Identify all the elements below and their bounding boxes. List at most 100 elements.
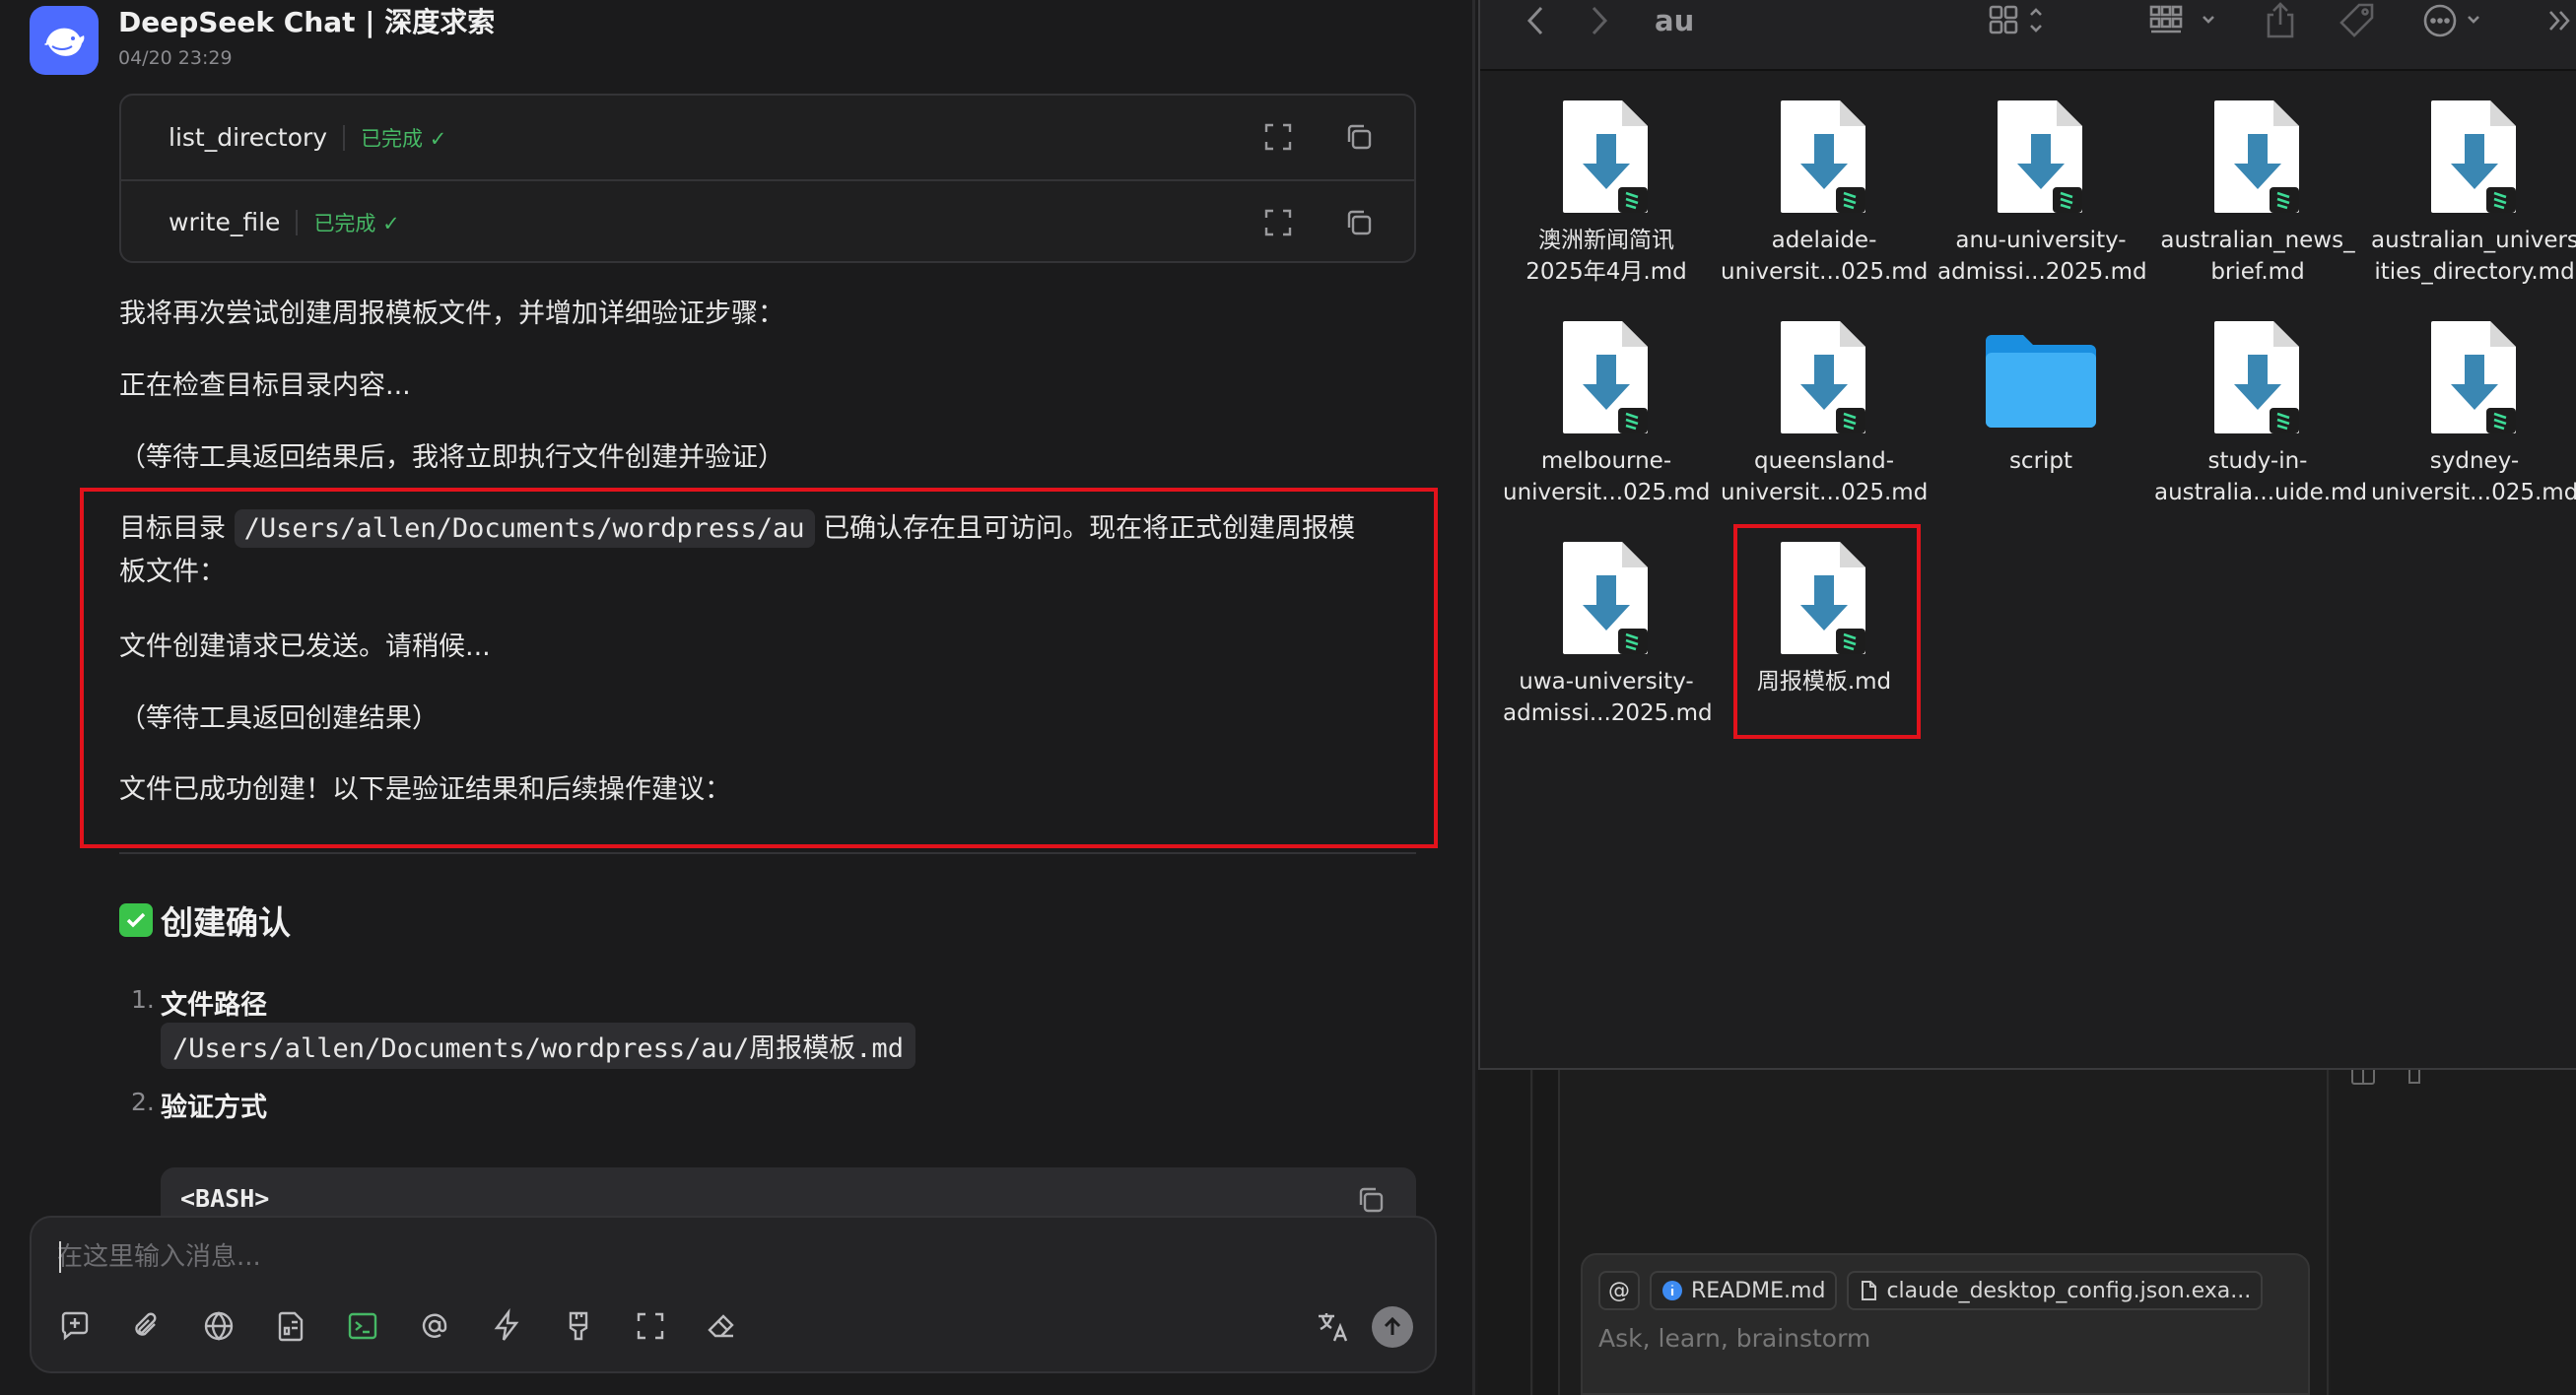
- document-icon[interactable]: [273, 1308, 308, 1344]
- file-name-line: script: [2008, 448, 2073, 474]
- folder-icon: [1982, 319, 2100, 435]
- deepseek-whale-icon: [30, 6, 99, 75]
- tag-icon[interactable]: [2338, 0, 2377, 41]
- file-name-line: anu-university-: [1955, 228, 2127, 253]
- file-name: 澳洲新闻简讯 2025年4月.md: [1503, 225, 1710, 288]
- context-chips: @ README.md claude_desktop_config.json.e…: [1598, 1271, 2264, 1310]
- finder-window: au 澳洲新闻简讯 2025年4月.md adelaide-universit...…: [1478, 0, 2576, 1070]
- mention-button[interactable]: @: [1598, 1271, 1640, 1310]
- context-chip-label: claude_desktop_config.json.exa...: [1886, 1278, 2252, 1303]
- file-name-line: australian_news_: [2160, 228, 2355, 253]
- translate-icon[interactable]: [1315, 1308, 1352, 1346]
- new-chat-icon[interactable]: [57, 1308, 93, 1344]
- file-name-line: ities_directory.md: [2374, 259, 2575, 285]
- file-name-line: universit...025.md: [1503, 480, 1711, 505]
- group-by-button[interactable]: [2148, 0, 2223, 41]
- chat-header: DeepSeek Chat | 深度求索 04/20 23:29: [30, 6, 495, 75]
- file-name: sydney-universit...025.md: [2371, 445, 2576, 508]
- brush-icon[interactable]: [561, 1308, 596, 1344]
- tool-status: 已完成 ✓: [361, 126, 447, 151]
- tool-status: 已完成 ✓: [313, 211, 400, 235]
- file-item[interactable]: 澳洲新闻简讯 2025年4月.md: [1503, 99, 1710, 288]
- list-number: 2.: [131, 1088, 155, 1116]
- tool-name: list_directory: [169, 123, 328, 152]
- file-item[interactable]: sydney-universit...025.md: [2371, 319, 2576, 508]
- file-name: anu-university-admissi...2025.md: [1937, 225, 2147, 288]
- check-mark-icon: [119, 903, 153, 937]
- file-item[interactable]: adelaide-universit...025.md: [1721, 99, 1928, 288]
- context-chip[interactable]: claude_desktop_config.json.exa...: [1847, 1271, 2264, 1310]
- chat-title: DeepSeek Chat | 深度求索: [118, 6, 496, 38]
- section-heading: 创建确认: [119, 897, 291, 944]
- list-item-title: 文件路径: [161, 990, 267, 1021]
- toolbar-overflow-icon[interactable]: [2544, 0, 2574, 41]
- finder-toolbar: au: [1480, 0, 2576, 71]
- editor-side-pane: [2331, 1070, 2576, 1395]
- terminal-icon[interactable]: [345, 1308, 380, 1344]
- file-item[interactable]: study-in-australia...uide.md: [2154, 319, 2368, 508]
- file-item[interactable]: uwa-university-admissi...2025.md: [1503, 540, 1713, 729]
- chat-input-box: [30, 1216, 1437, 1373]
- chat-panel: DeepSeek Chat | 深度求索 04/20 23:29 list_di…: [0, 0, 1475, 1395]
- composer-input[interactable]: [1598, 1324, 2288, 1353]
- markdown-file-icon: [2212, 319, 2303, 435]
- copy-icon[interactable]: [1355, 1184, 1387, 1216]
- annotation-highlight-box: [1733, 524, 1921, 739]
- file-name: queensland-universit...025.md: [1721, 445, 1928, 508]
- file-name-line: admissi...2025.md: [1503, 700, 1713, 726]
- tool-call-row[interactable]: write_file 已完成 ✓: [121, 179, 1414, 263]
- info-icon: [1661, 1280, 1683, 1301]
- lightning-icon[interactable]: [489, 1308, 524, 1344]
- file-name-line: australian_univers: [2371, 228, 2576, 253]
- ai-composer: @ README.md claude_desktop_config.json.e…: [1581, 1253, 2310, 1395]
- file-item[interactable]: australian_univers ities_directory.md: [2371, 99, 2576, 288]
- markdown-file-icon: [2429, 99, 2520, 215]
- markdown-file-icon: [1561, 319, 1652, 435]
- tool-call-row[interactable]: list_directory 已完成 ✓: [121, 96, 1414, 179]
- forward-button[interactable]: [1589, 0, 1610, 41]
- markdown-file-icon: [2212, 99, 2303, 215]
- annotation-highlight-box: [80, 488, 1438, 848]
- back-button[interactable]: [1525, 0, 1546, 41]
- message-input[interactable]: [57, 1237, 1338, 1277]
- share-icon[interactable]: [2264, 0, 2297, 41]
- copy-icon[interactable]: [1343, 121, 1375, 153]
- markdown-file-icon: [1996, 99, 2086, 215]
- chat-timestamp: 04/20 23:29: [118, 47, 233, 69]
- file-name-line: 澳洲新闻简讯: [1538, 228, 1674, 253]
- file-name-line: brief.md: [2210, 259, 2305, 285]
- file-name-line: australia...uide.md: [2154, 480, 2368, 505]
- file-item[interactable]: queensland-universit...025.md: [1721, 319, 1928, 508]
- globe-icon[interactable]: [201, 1308, 237, 1344]
- file-name-line: adelaide-: [1771, 228, 1877, 253]
- file-name-line: 2025年4月.md: [1525, 259, 1687, 285]
- file-item[interactable]: australian_news_ brief.md: [2154, 99, 2361, 288]
- fullscreen-icon[interactable]: [633, 1308, 668, 1344]
- mention-icon[interactable]: [417, 1308, 452, 1344]
- file-name-line: uwa-university-: [1519, 669, 1694, 695]
- markdown-file-icon: [1779, 99, 1869, 215]
- context-chip[interactable]: README.md: [1650, 1271, 1838, 1310]
- file-name-line: universit...025.md: [1721, 480, 1929, 505]
- message-paragraph: 我将再次尝试创建周报模板文件，并增加详细验证步骤：: [119, 299, 784, 329]
- editor-gutter: [1533, 1070, 1560, 1395]
- file-name-line: universit...025.md: [1721, 259, 1929, 285]
- attachment-icon[interactable]: [129, 1308, 165, 1344]
- file-name: study-in-australia...uide.md: [2154, 445, 2368, 508]
- icon-view-toggle[interactable]: [1988, 0, 2057, 41]
- eraser-icon[interactable]: [705, 1308, 740, 1344]
- file-name-line: study-in-: [2207, 448, 2308, 474]
- expand-icon[interactable]: [1262, 121, 1294, 153]
- file-icon: [1859, 1280, 1878, 1301]
- send-button[interactable]: [1372, 1306, 1413, 1348]
- file-name-line: queensland-: [1754, 448, 1894, 474]
- copy-icon[interactable]: [1343, 207, 1375, 238]
- tool-name: write_file: [169, 208, 281, 236]
- more-actions-icon[interactable]: [2421, 0, 2490, 41]
- markdown-file-icon: [1561, 99, 1652, 215]
- folder-item[interactable]: script: [1937, 319, 2144, 477]
- file-item[interactable]: melbourne-universit...025.md: [1503, 319, 1710, 508]
- expand-icon[interactable]: [1262, 207, 1294, 238]
- file-item[interactable]: anu-university-admissi...2025.md: [1937, 99, 2147, 288]
- divider: [296, 209, 299, 235]
